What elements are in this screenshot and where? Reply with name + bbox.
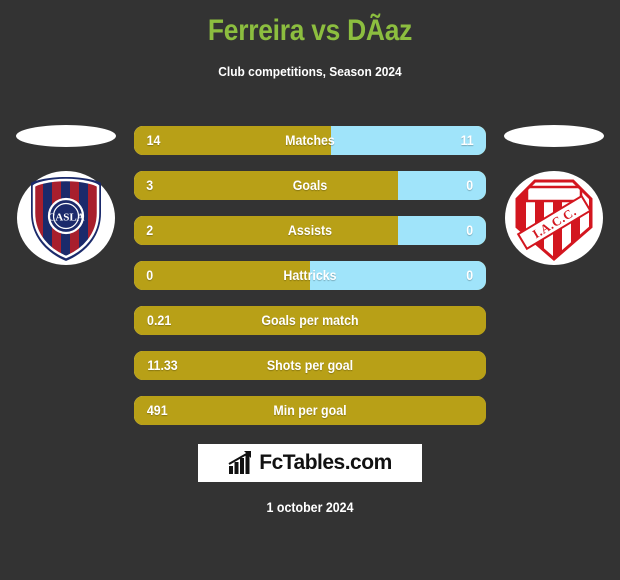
fctables-brand[interactable]: FcTables.com	[198, 444, 422, 482]
stat-label: Goals per match	[261, 313, 359, 328]
away-value: 0	[466, 178, 474, 193]
instituto-crest-icon: I.A.C.C.	[505, 171, 603, 265]
away-team-crest: I.A.C.C.	[505, 169, 603, 267]
page-subtitle: Club competitions, Season 2024	[218, 64, 402, 79]
stat-label: Matches	[285, 133, 335, 148]
home-team-crest: CASLA	[17, 169, 115, 267]
stat-label: Goals	[292, 178, 328, 193]
stat-row-shots-per-goal: 11.33 Shots per goal	[134, 351, 486, 380]
san-lorenzo-crest-icon: CASLA	[17, 171, 115, 265]
stat-row-goals: 3 Goals 0	[134, 171, 486, 200]
away-team-crest-block: I.A.C.C.	[499, 125, 609, 275]
stat-row-assists: 2 Assists 0	[134, 216, 486, 245]
stat-row-goals-per-match: 0.21 Goals per match	[134, 306, 486, 335]
away-value: 11	[460, 133, 474, 148]
svg-text:CASLA: CASLA	[47, 212, 84, 224]
stats-bar-list: 14 Matches 11 3 Goals 0 2 Assists 0 0 Ha…	[134, 126, 486, 441]
stat-label: Shots per goal	[266, 358, 354, 373]
stat-row-min-per-goal: 491 Min per goal	[134, 396, 486, 425]
away-crest-shadow-ellipse	[504, 125, 604, 147]
page-title: Ferreira vs DÃaz	[207, 14, 413, 47]
footer-date: 1 october 2024	[266, 500, 354, 515]
stat-row-matches: 14 Matches 11	[134, 126, 486, 155]
stat-label: Assists	[287, 223, 333, 238]
stat-label: Min per goal	[273, 403, 347, 418]
home-team-crest-block: CASLA	[11, 125, 121, 275]
stat-label: Hattricks	[283, 268, 337, 283]
home-crest-shadow-ellipse	[16, 125, 116, 147]
bar-chart-arrow-icon	[228, 451, 252, 474]
brand-text: FcTables.com	[259, 451, 392, 474]
away-value: 0	[466, 268, 474, 283]
stat-row-hattricks: 0 Hattricks 0	[134, 261, 486, 290]
away-value: 0	[466, 223, 474, 238]
